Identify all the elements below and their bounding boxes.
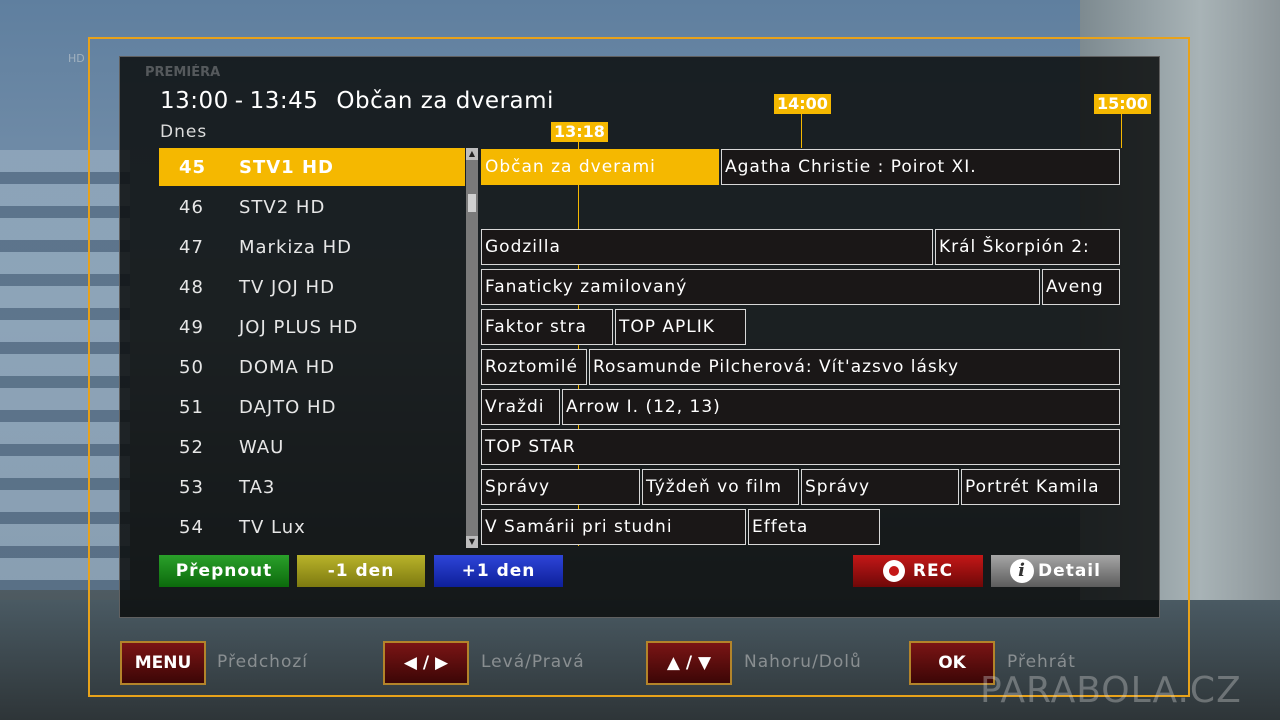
channel-number: 53	[179, 476, 204, 498]
detail-label: Detail	[1038, 561, 1101, 581]
channel-name: TV Lux	[239, 516, 306, 538]
time-tag-1400: 14:00	[774, 94, 831, 114]
channel-number: 50	[179, 356, 204, 378]
channel-list: 45 STV1 HD 46 STV2 HD 47 Markiza HD 48 T…	[159, 148, 465, 548]
program-cell[interactable]: Agatha Christie : Poirot XI.	[721, 149, 1120, 185]
channel-number: 54	[179, 516, 204, 538]
program-cell[interactable]: Občan za dverami	[481, 149, 719, 185]
channel-row[interactable]: 49 JOJ PLUS HD	[159, 308, 465, 346]
program-cell[interactable]: Faktor stra	[481, 309, 613, 345]
program-start-time: 13:00	[160, 88, 229, 114]
channel-row[interactable]: 46 STV2 HD	[159, 188, 465, 226]
day-label: Dnes	[160, 122, 208, 142]
channel-number: 45	[179, 156, 207, 178]
program-cell[interactable]: Správy	[481, 469, 640, 505]
program-end-time: 13:45	[249, 88, 319, 114]
record-icon	[882, 560, 905, 582]
time-tick-1400	[801, 112, 802, 148]
program-cell[interactable]: Roztomilé	[481, 349, 587, 385]
info-icon: i	[1010, 559, 1035, 583]
program-header: 13:00-13:45 Občan za dverami	[160, 88, 554, 114]
channel-name: WAU	[239, 436, 285, 458]
channel-name: TA3	[239, 476, 276, 498]
channel-number: 52	[179, 436, 204, 458]
channel-name: TV JOJ HD	[239, 276, 335, 298]
scroll-thumb[interactable]	[468, 194, 476, 212]
program-cell[interactable]: Arrow I. (12, 13)	[562, 389, 1120, 425]
menu-key[interactable]: MENU	[120, 641, 206, 685]
channel-row[interactable]: 48 TV JOJ HD	[159, 268, 465, 306]
next-day-button[interactable]: +1 den	[434, 555, 563, 587]
channel-name: DAJTO HD	[239, 396, 337, 418]
channel-number: 49	[179, 316, 204, 338]
menu-key-label: Předchozí	[217, 652, 308, 672]
channel-name: DOMA HD	[239, 356, 335, 378]
program-title: Občan za dverami	[336, 88, 554, 114]
watermark: PARABOLA.CZ	[980, 670, 1242, 711]
left-right-key-label: Levá/Pravá	[481, 652, 585, 672]
channel-name: STV1 HD	[239, 156, 334, 178]
detail-button[interactable]: i Detail	[991, 555, 1120, 587]
ghost-hd-logo: HD	[68, 52, 85, 65]
program-cell[interactable]: Král Škorpión 2:	[935, 229, 1120, 265]
channel-name: JOJ PLUS HD	[239, 316, 359, 338]
time-tick-1500	[1121, 112, 1122, 148]
program-cell[interactable]: TOP STAR	[481, 429, 1120, 465]
program-cell[interactable]: Týždeň vo film	[642, 469, 799, 505]
ghost-premiera-logo: PREMIÉRA	[145, 65, 221, 80]
channel-row[interactable]: 45 STV1 HD	[159, 148, 465, 186]
channel-row[interactable]: 54 TV Lux	[159, 508, 465, 546]
channel-number: 51	[179, 396, 204, 418]
up-down-key-label: Nahoru/Dolů	[744, 652, 862, 672]
program-cell[interactable]: Portrét Kamila	[961, 469, 1120, 505]
channel-number: 46	[179, 196, 204, 218]
time-tag-1500: 15:00	[1094, 94, 1151, 114]
program-cell[interactable]: V Samárii pri studni	[481, 509, 746, 545]
program-cell[interactable]: Rosamunde Pilcherová: Vít'azsvo lásky	[589, 349, 1120, 385]
switch-button[interactable]: Přepnout	[159, 555, 289, 587]
time-separator: -	[234, 88, 244, 114]
program-grid: Občan za dverami Agatha Christie : Poiro…	[481, 148, 1121, 548]
rec-button[interactable]: REC	[853, 555, 983, 587]
program-cell[interactable]: Vraždi	[481, 389, 560, 425]
rec-label: REC	[912, 561, 954, 581]
up-down-key[interactable]: ▲ / ▼	[646, 641, 732, 685]
program-cell[interactable]: Godzilla	[481, 229, 933, 265]
channel-row[interactable]: 52 WAU	[159, 428, 465, 466]
channel-scrollbar[interactable]: ▲ ▼	[466, 148, 478, 548]
program-cell[interactable]: Fanaticky zamilovaný	[481, 269, 1040, 305]
channel-row[interactable]: 47 Markiza HD	[159, 228, 465, 266]
current-time-tag: 13:18	[551, 122, 608, 142]
channel-row[interactable]: 50 DOMA HD	[159, 348, 465, 386]
channel-name: STV2 HD	[239, 196, 326, 218]
ok-key-label: Přehrát	[1007, 652, 1076, 672]
program-cell[interactable]: Aveng	[1042, 269, 1120, 305]
prev-day-button[interactable]: -1 den	[297, 555, 425, 587]
channel-row[interactable]: 51 DAJTO HD	[159, 388, 465, 426]
channel-number: 48	[179, 276, 204, 298]
program-cell[interactable]: Správy	[801, 469, 959, 505]
scroll-up-icon[interactable]: ▲	[466, 148, 478, 160]
channel-row[interactable]: 53 TA3	[159, 468, 465, 506]
program-cell[interactable]: TOP APLIK	[615, 309, 746, 345]
channel-name: Markiza HD	[239, 236, 352, 258]
left-right-key[interactable]: ◀ / ▶	[383, 641, 469, 685]
channel-number: 47	[179, 236, 204, 258]
program-cell[interactable]: Effeta	[748, 509, 880, 545]
scroll-down-icon[interactable]: ▼	[466, 536, 478, 548]
